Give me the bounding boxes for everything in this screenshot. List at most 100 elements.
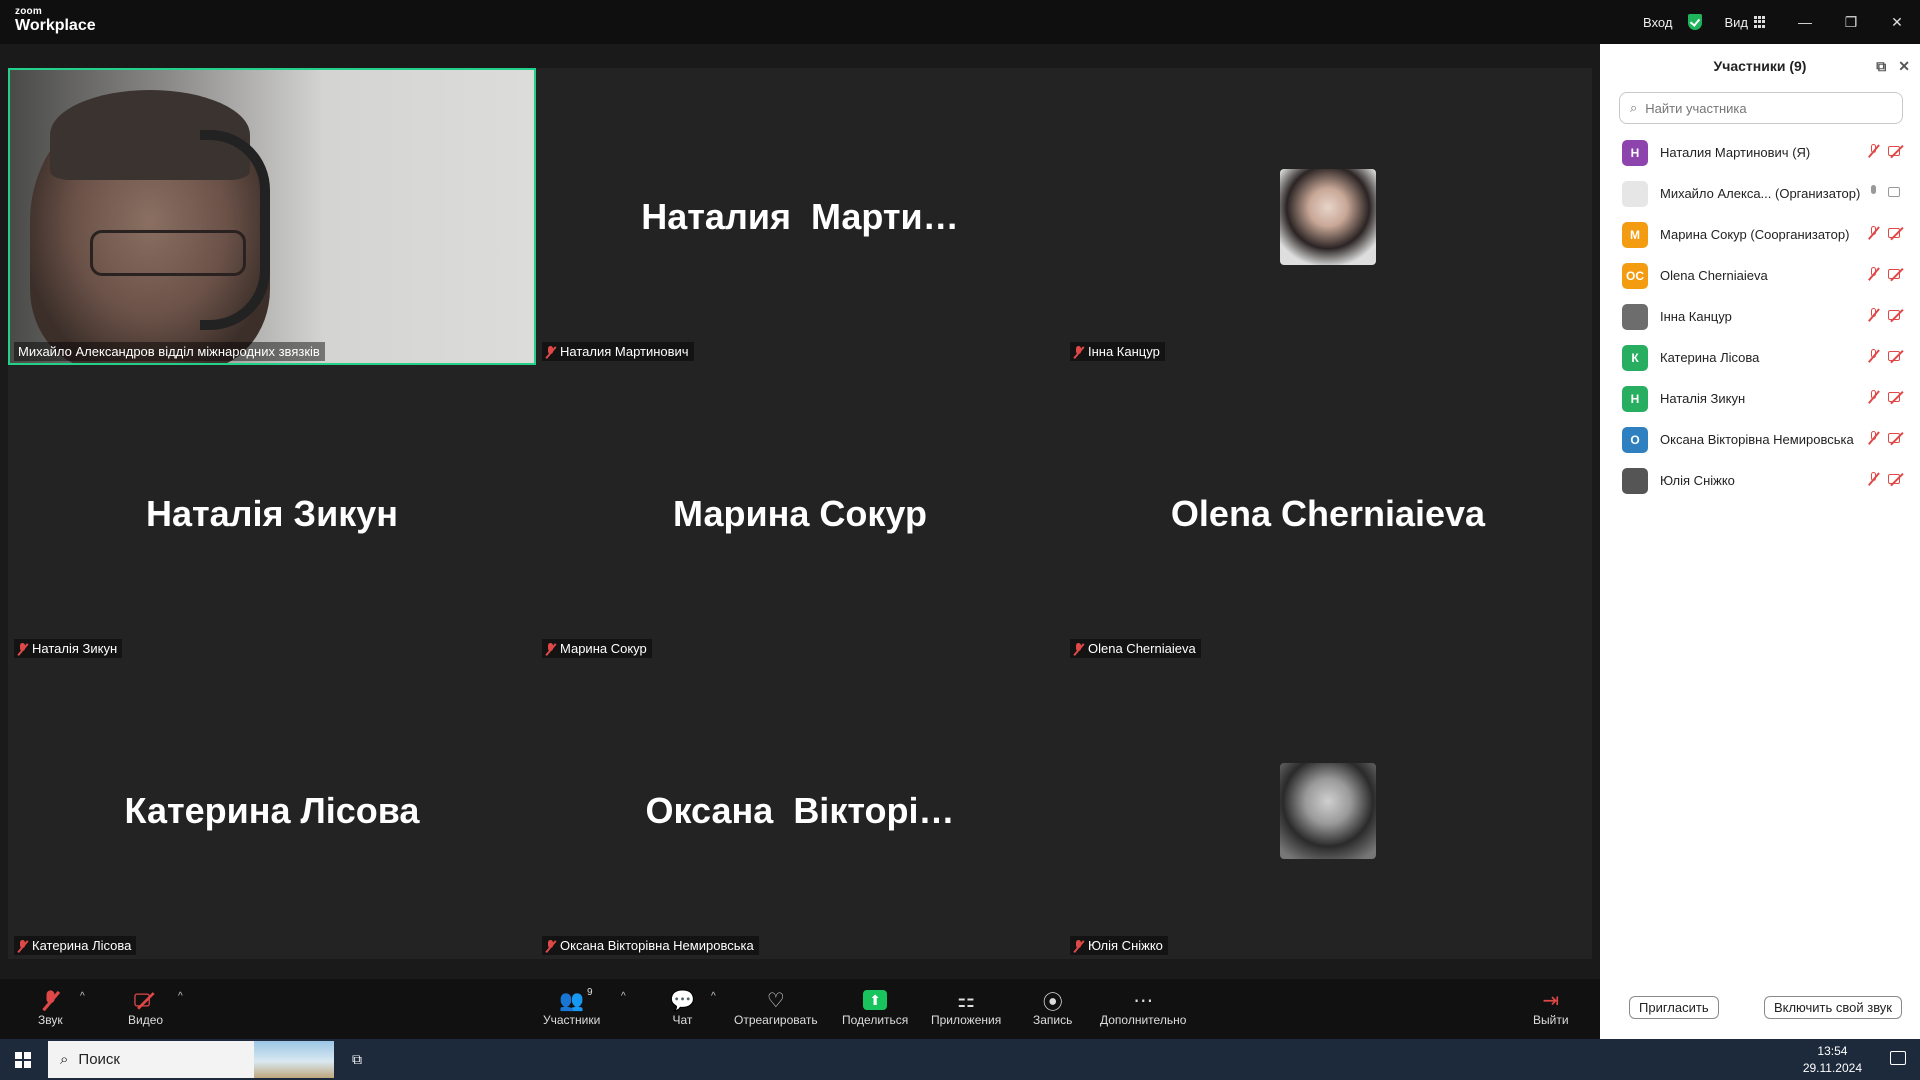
camera-off-icon[interactable] [1888,432,1906,444]
record-button[interactable]: ⦿ Запись [1033,987,1072,1028]
video-tile[interactable]: Катерина Лісова Катерина Лісова [8,662,536,959]
mic-muted-icon[interactable] [1868,431,1878,445]
camera-off-icon[interactable] [1888,268,1906,280]
participant-row[interactable]: Н Наталия Мартинович (Я) [1600,132,1920,173]
video-tile[interactable]: Юлія Сніжко [1064,662,1592,959]
mic-muted-icon[interactable] [1868,349,1878,363]
search-highlight-image [254,1041,334,1078]
mic-muted-icon[interactable] [1868,390,1878,404]
camera-off-icon[interactable] [1888,350,1906,362]
signin-button[interactable]: Вход [1643,15,1672,30]
mic-muted-icon[interactable] [1868,226,1878,240]
encryption-shield-icon[interactable] [1688,14,1703,30]
windows-start-icon[interactable] [15,1052,31,1068]
video-options-caret[interactable]: ^ [178,991,183,1002]
participant-row[interactable]: К Катерина Лісова [1600,337,1920,378]
mic-muted-icon [18,939,27,952]
mic-muted-icon [1074,642,1083,655]
logo-top: zoom [15,6,42,17]
tile-big-name: Марина Сокур [673,492,927,534]
participant-name: Юлія Сніжко [1660,473,1735,488]
react-button[interactable]: ♡ Отреагировать [734,987,818,1028]
tile-big-name: Olena Cherniaieva [1170,492,1486,534]
video-tile[interactable]: Olena Cherniaieva Olena Cherniaieva [1064,365,1592,662]
taskbar-search[interactable]: ⌕ Поиск [48,1041,334,1078]
leave-button[interactable]: ⇥ Выйти [1533,987,1569,1028]
participant-row[interactable]: Юлія Сніжко [1600,460,1920,501]
mic-muted-icon[interactable] [1868,144,1878,158]
heart-icon: ♡ [766,989,785,1012]
view-button[interactable]: Вид [1724,15,1766,30]
task-view-icon[interactable]: ⧉ [352,1051,362,1068]
restore-button[interactable]: ❐ [1828,0,1874,44]
chat-button[interactable]: 💬 Чат [670,987,695,1028]
meeting-controls: Звук ^ Видео ^ 👥 9 Участники ^ 💬 Чат ^ ♡… [0,979,1600,1039]
mic-muted-icon [546,642,555,655]
avatar [1280,762,1376,859]
camera-off-icon[interactable] [1888,309,1906,321]
avatar: О [1622,426,1648,453]
pop-out-icon[interactable]: ⧉ [1876,58,1886,75]
audio-button[interactable]: Звук [38,987,63,1027]
mic-muted-icon[interactable] [1868,308,1878,322]
mic-muted-icon [1074,345,1083,358]
system-clock[interactable]: 13:54 29.11.2024 [1803,1043,1862,1077]
mic-muted-icon[interactable] [1868,472,1878,486]
notification-icon[interactable] [1890,1051,1906,1065]
participants-button[interactable]: 👥 9 Участники [543,987,600,1027]
participant-search[interactable]: ⌕ [1619,92,1903,124]
participant-row[interactable]: OC Olena Cherniaieva [1600,255,1920,296]
participants-options-caret[interactable]: ^ [621,991,626,1002]
leave-icon: ⇥ [1542,989,1560,1012]
unmute-self-button[interactable]: Включить свой звук [1763,996,1902,1019]
video-tile[interactable]: Наталия Марти… Наталия Мартинович [536,68,1064,365]
tile-name-label: Наталия Мартинович [542,342,694,361]
participant-row[interactable]: М Марина Сокур (Соорганизатор) [1600,214,1920,255]
more-button[interactable]: ⋯ Дополнительно [1100,987,1186,1028]
participant-name: Оксана Вікторівна Немировська [1660,432,1854,447]
video-tile[interactable]: Оксана Вікторі… Оксана Вікторівна Немиро… [536,662,1064,959]
tile-big-name: Катерина Лісова [124,789,420,831]
participant-row[interactable]: О Оксана Вікторівна Немировська [1600,419,1920,460]
mic-icon[interactable] [1868,185,1878,199]
camera-off-icon[interactable] [1888,473,1906,485]
participant-name: Наталия Мартинович (Я) [1660,145,1811,160]
more-icon: ⋯ [1133,989,1154,1012]
video-tile[interactable]: Марина Сокур Марина Сокур [536,365,1064,662]
participant-name: Марина Сокур (Соорганизатор) [1660,227,1850,242]
participants-count: 9 [587,987,593,998]
video-tile-host[interactable]: Михайло Александров відділ міжнародних з… [8,68,536,365]
search-input[interactable] [1643,99,1888,117]
close-icon[interactable]: ✕ [1898,58,1910,75]
video-button[interactable]: Видео [128,987,163,1027]
share-button[interactable]: ⬆ Поделиться [842,987,908,1027]
video-tile[interactable]: Наталія Зикун Наталія Зикун [8,365,536,662]
chat-options-caret[interactable]: ^ [711,991,716,1002]
audio-options-caret[interactable]: ^ [80,991,85,1002]
camera-off-icon[interactable] [1888,145,1906,157]
chat-icon: 💬 [670,989,695,1012]
search-icon: ⌕ [60,1051,69,1068]
camera-off-icon[interactable] [1888,391,1906,403]
tile-name-label: Марина Сокур [542,639,652,658]
camera-off-icon[interactable] [1888,227,1906,239]
mic-muted-icon[interactable] [1868,267,1878,281]
panel-header: Участники (9) ⧉ ✕ [1600,44,1920,88]
mic-muted-icon [546,345,555,358]
title-bar: zoom Workplace Вход Вид — ❐ ✕ [0,0,1920,44]
tile-name-label: Катерина Лісова [14,936,137,955]
participants-panel: Участники (9) ⧉ ✕ ⌕ Н Наталия Мартинович … [1600,44,1920,1039]
view-label: Вид [1724,14,1748,30]
apps-icon: ⚏ [957,989,976,1012]
participant-row[interactable]: Інна Канцур [1600,296,1920,337]
invite-button[interactable]: Пригласить [1629,996,1719,1019]
participant-row[interactable]: Михайло Алекса... (Организатор) [1600,173,1920,214]
tile-big-name: Наталия Марти… [641,195,959,237]
participant-row[interactable]: Н Наталія Зикун [1600,378,1920,419]
people-icon: 👥 [559,989,585,1012]
close-window-button[interactable]: ✕ [1874,0,1920,44]
camera-icon[interactable] [1888,186,1906,198]
minimize-button[interactable]: — [1782,0,1828,44]
video-tile[interactable]: Інна Канцур [1064,68,1592,365]
apps-button[interactable]: ⚏ Приложения [931,987,1001,1028]
